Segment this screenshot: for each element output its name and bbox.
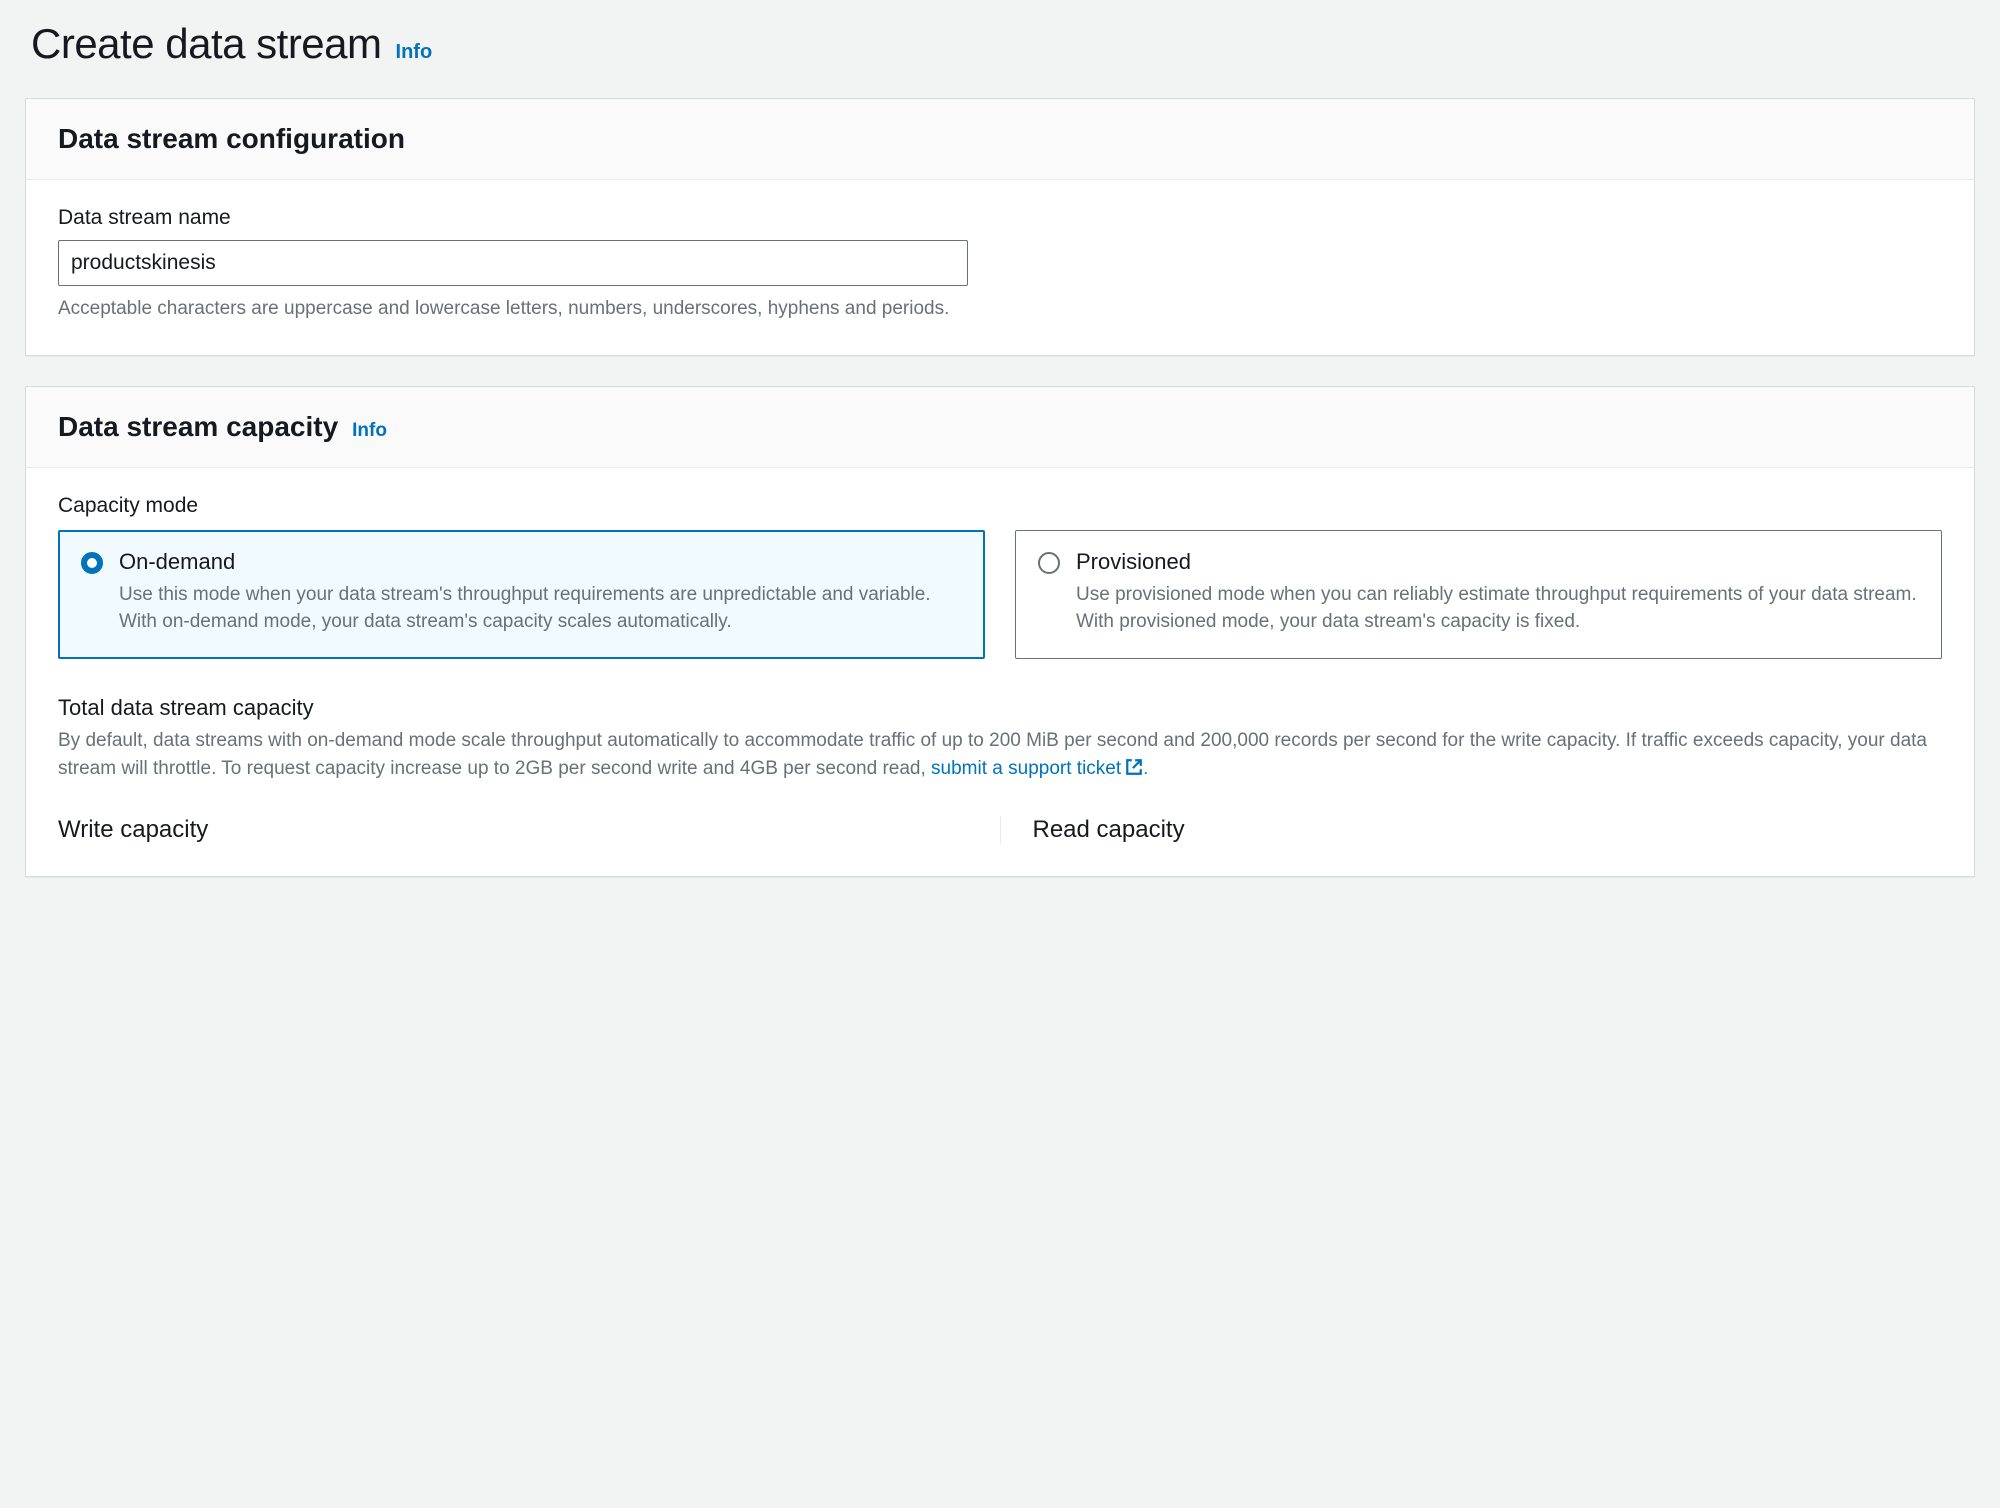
page-title: Create data stream: [31, 20, 382, 68]
config-panel-title: Data stream configuration: [58, 123, 405, 155]
capacity-panel: Data stream capacity Info Capacity mode …: [25, 386, 1975, 877]
submit-support-ticket-link[interactable]: submit a support ticket: [931, 758, 1143, 779]
capacity-mode-radio-group: On-demand Use this mode when your data s…: [58, 530, 1942, 659]
write-capacity-title: Write capacity: [58, 816, 968, 844]
capacity-panel-header: Data stream capacity Info: [26, 387, 1974, 468]
capacity-columns: Write capacity Read capacity: [58, 816, 1942, 844]
radio-provisioned-title: Provisioned: [1076, 549, 1919, 575]
capacity-mode-label: Capacity mode: [58, 494, 1942, 518]
radio-icon: [1038, 552, 1060, 574]
config-panel-body: Data stream name Acceptable characters a…: [26, 180, 1974, 355]
capacity-panel-body: Capacity mode On-demand Use this mode wh…: [26, 468, 1974, 876]
radio-on-demand[interactable]: On-demand Use this mode when your data s…: [58, 530, 985, 659]
radio-on-demand-title: On-demand: [119, 549, 962, 575]
config-panel: Data stream configuration Data stream na…: [25, 98, 1975, 356]
stream-name-label: Data stream name: [58, 206, 1942, 230]
stream-name-input[interactable]: [58, 240, 968, 286]
read-capacity-title: Read capacity: [1033, 816, 1943, 844]
radio-provisioned-desc: Use provisioned mode when you can reliab…: [1076, 581, 1919, 636]
page-header: Create data stream Info: [25, 20, 1975, 68]
radio-provisioned[interactable]: Provisioned Use provisioned mode when yo…: [1015, 530, 1942, 659]
radio-on-demand-desc: Use this mode when your data stream's th…: [119, 581, 962, 636]
info-link-capacity[interactable]: Info: [352, 420, 387, 442]
total-capacity-description: By default, data streams with on-demand …: [58, 727, 1942, 786]
write-capacity-col: Write capacity: [58, 816, 1001, 844]
capacity-panel-title: Data stream capacity: [58, 411, 338, 443]
stream-name-help: Acceptable characters are uppercase and …: [58, 296, 1942, 323]
total-capacity-title: Total data stream capacity: [58, 695, 1942, 721]
info-link-header[interactable]: Info: [396, 41, 433, 64]
read-capacity-col: Read capacity: [1001, 816, 1943, 844]
total-capacity-text-suffix: .: [1143, 758, 1148, 779]
radio-icon: [81, 552, 103, 574]
external-link-icon: [1125, 757, 1143, 786]
config-panel-header: Data stream configuration: [26, 99, 1974, 180]
